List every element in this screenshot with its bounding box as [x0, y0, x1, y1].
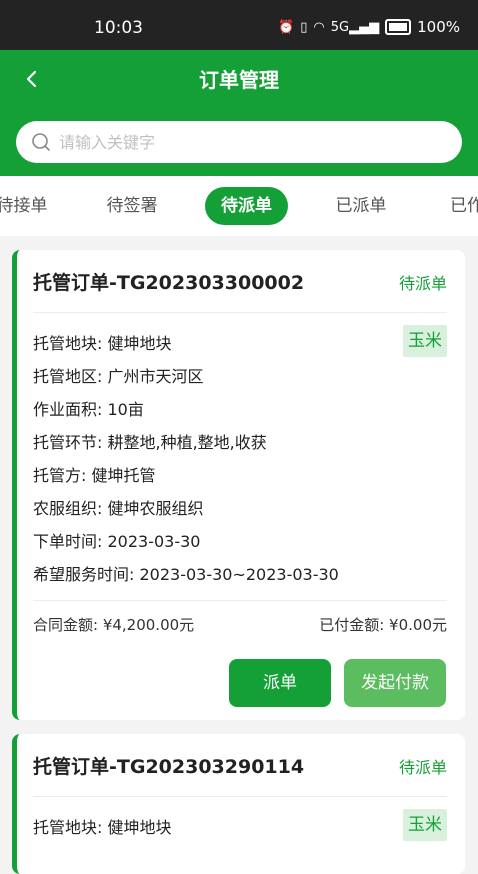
signal-label: 5G	[330, 19, 350, 35]
status-icons: ⏰ ▯ ◠ 5G▂▄▆ 100%	[278, 18, 460, 36]
crop-tag: 玉米	[403, 809, 447, 841]
field-order-time: 下单时间: 2023-03-30	[33, 532, 201, 551]
divider	[33, 600, 447, 601]
order-status: 待派单	[398, 274, 447, 293]
order-status-tabs: 待接单 待签署 待派单 已派单 已作	[0, 176, 478, 236]
battery-icon	[385, 19, 412, 35]
field-expected-time: 希望服务时间: 2023-03-30~2023-03-30	[33, 565, 339, 584]
order-card[interactable]: 托管订单-TG202303300002 待派单 玉米 托管地块: 健坤地块 托管…	[12, 250, 465, 720]
battery-percent: 100%	[417, 18, 460, 36]
crop-tag: 玉米	[403, 325, 447, 357]
contract-amount: 合同金额: ¥4,200.00元	[33, 616, 195, 634]
status-time: 10:03	[94, 18, 143, 38]
field-provider: 托管方: 健坤托管	[33, 466, 156, 485]
tab-dispatched[interactable]: 已派单	[321, 187, 401, 225]
header: 订单管理	[0, 50, 478, 176]
signal-icon: 5G▂▄▆	[330, 19, 380, 35]
paid-amount: 已付金额: ¥0.00元	[319, 616, 447, 634]
wifi-icon: ◠	[313, 19, 325, 35]
order-title: 托管订单-TG202303290114	[33, 756, 305, 778]
search-icon	[32, 133, 50, 151]
order-status: 待派单	[398, 758, 447, 777]
alarm-icon: ⏰	[278, 19, 295, 35]
initiate-payment-button[interactable]: 发起付款	[344, 659, 446, 707]
field-area: 作业面积: 10亩	[33, 400, 144, 419]
tab-completed[interactable]: 已作	[440, 187, 478, 225]
search-input[interactable]	[57, 131, 441, 153]
field-stages: 托管环节: 耕整地,种植,整地,收获	[33, 433, 267, 452]
field-plot: 托管地块: 健坤地块	[33, 334, 172, 353]
field-region: 托管地区: 广州市天河区	[33, 367, 204, 386]
tab-pending-accept[interactable]: 待接单	[0, 187, 50, 225]
divider	[33, 312, 447, 313]
field-plot: 托管地块: 健坤地块	[33, 818, 172, 837]
divider	[33, 796, 447, 797]
status-bar: 10:03 ⏰ ▯ ◠ 5G▂▄▆ 100%	[0, 0, 478, 50]
order-title: 托管订单-TG202303300002	[33, 272, 305, 294]
order-card[interactable]: 托管订单-TG202303290114 待派单 玉米 托管地块: 健坤地块	[12, 734, 465, 874]
search-box[interactable]	[16, 121, 462, 163]
dispatch-button[interactable]: 派单	[229, 659, 331, 707]
field-service-org: 农服组织: 健坤农服组织	[33, 499, 204, 518]
vibrate-icon: ▯	[300, 19, 308, 35]
tab-pending-dispatch[interactable]: 待派单	[205, 187, 288, 225]
tab-pending-sign[interactable]: 待签署	[92, 187, 172, 225]
page-title: 订单管理	[199, 68, 279, 92]
